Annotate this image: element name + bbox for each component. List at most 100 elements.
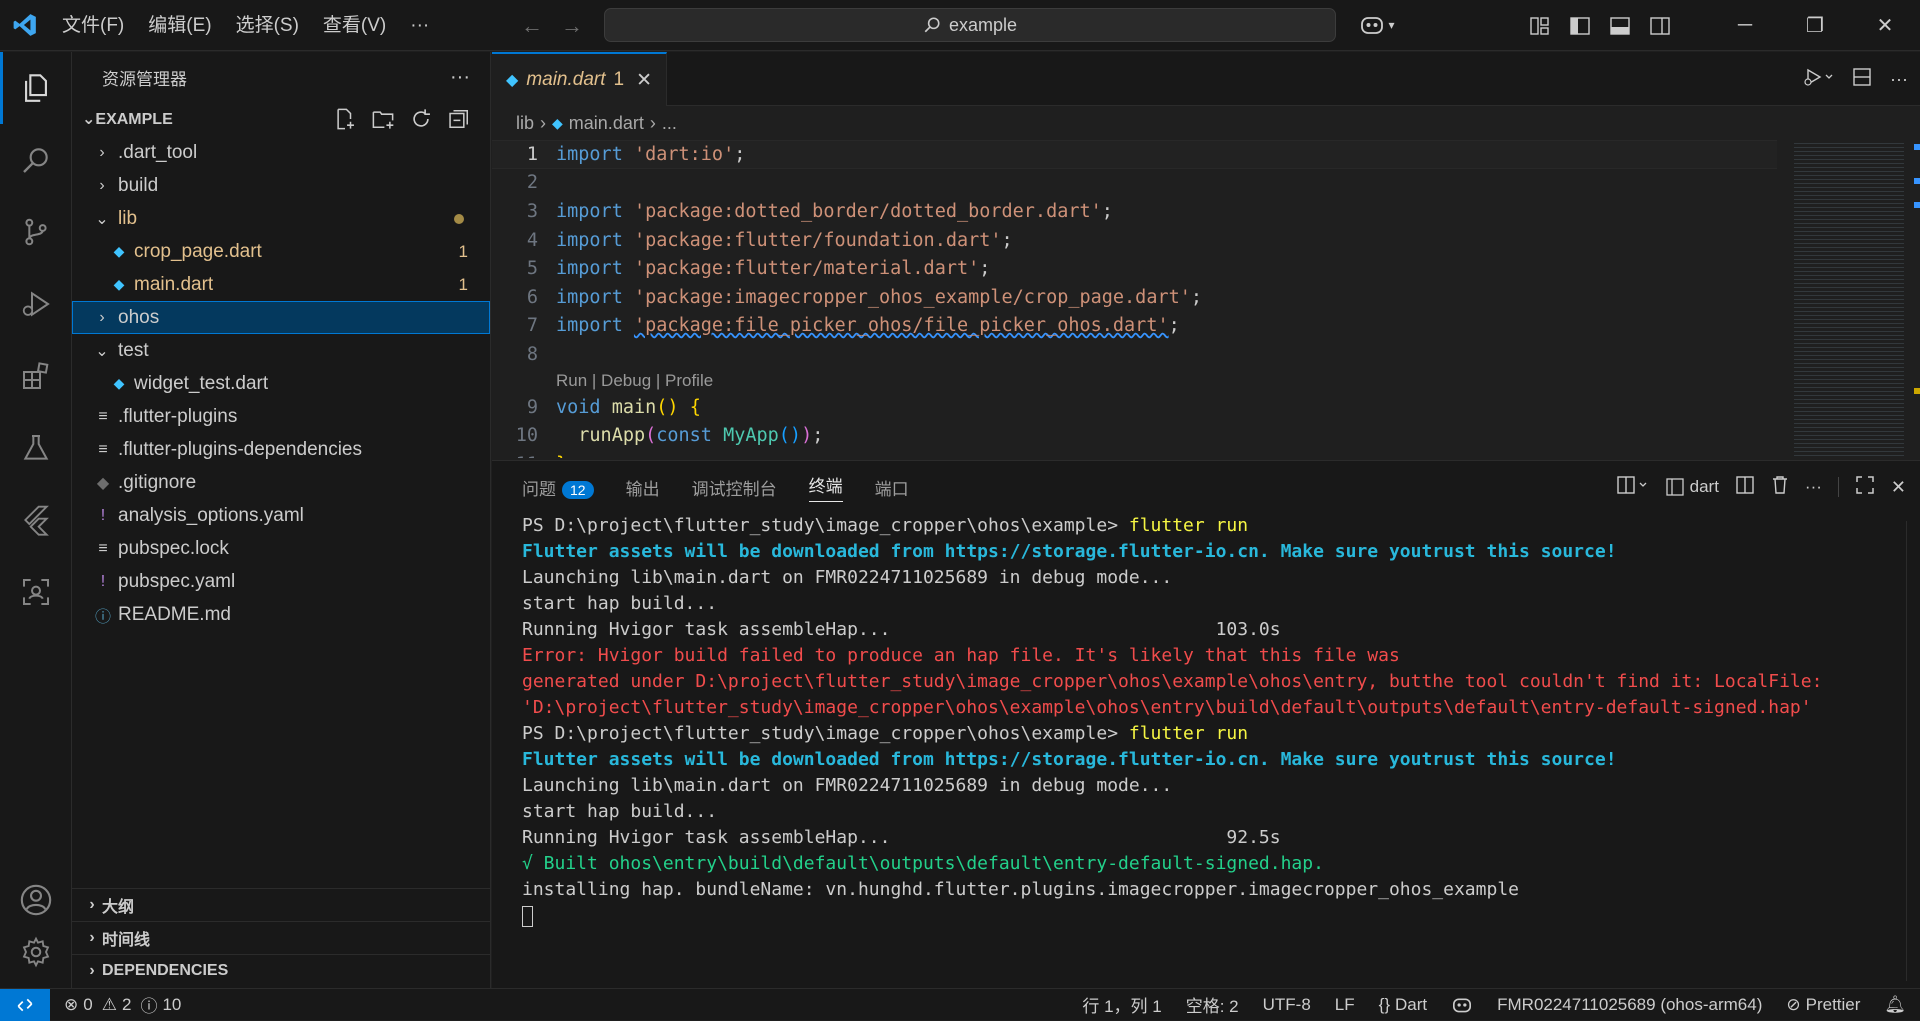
minimap[interactable] [1794, 140, 1904, 458]
breadcrumb-lib[interactable]: lib [516, 113, 534, 134]
split-terminal-icon[interactable] [1735, 475, 1755, 500]
text-file-icon: ≡ [98, 539, 108, 557]
run-debug-icon[interactable] [0, 268, 72, 340]
tree-item[interactable]: ≡ .flutter-plugins [72, 400, 490, 433]
menu-view[interactable]: 查看(V) [311, 0, 398, 51]
toggle-sidebar-icon[interactable] [1560, 0, 1600, 51]
prettier-status[interactable]: ⊘ Prettier [1774, 995, 1872, 1015]
menu-more[interactable]: ··· [398, 0, 441, 51]
kill-terminal-trash-icon[interactable] [1771, 475, 1789, 500]
tree-item[interactable]: ! analysis_options.yaml [72, 499, 490, 532]
panel-more-icon[interactable]: ··· [1805, 477, 1822, 497]
copilot-status-icon[interactable] [1439, 996, 1485, 1014]
tree-item[interactable]: › build [72, 169, 490, 202]
indentation[interactable]: 空格: 2 [1174, 992, 1251, 1017]
tree-item[interactable]: ≡ .flutter-plugins-dependencies [72, 433, 490, 466]
terminal-output[interactable]: PS D:\project\flutter_study\image_croppe… [492, 513, 1920, 927]
flutter-icon[interactable] [0, 484, 72, 556]
customize-layout-icon[interactable] [1520, 0, 1560, 51]
source-control-icon[interactable] [0, 196, 72, 268]
new-file-icon[interactable] [334, 108, 356, 130]
testing-icon[interactable] [0, 412, 72, 484]
breadcrumb-symbol[interactable]: ... [662, 113, 677, 134]
text-file-icon: ≡ [98, 440, 108, 458]
tree-item-label: .flutter-plugins [118, 405, 238, 427]
menu-file[interactable]: 文件(F) [50, 0, 136, 51]
vscode-logo-icon [0, 0, 50, 51]
maximize-panel-icon[interactable] [1855, 475, 1875, 500]
terminal-shell-selector[interactable]: dart [1665, 477, 1719, 497]
extensions-icon[interactable] [0, 340, 72, 412]
tab-terminal[interactable]: 终端 [808, 472, 843, 502]
dependencies-label: DEPENDENCIES [102, 962, 229, 979]
tree-item-label: README.md [118, 603, 231, 625]
warning-count: 2 [121, 994, 132, 1014]
editor-more-icon[interactable]: ··· [1890, 69, 1908, 90]
tree-item-label: crop_page.dart [134, 240, 262, 262]
tree-item[interactable]: ◆ main.dart 1 [72, 268, 490, 301]
new-folder-icon[interactable] [372, 108, 394, 130]
tree-item[interactable]: ◆ crop_page.dart 1 [72, 235, 490, 268]
remote-explorer-icon[interactable] [0, 556, 72, 628]
menu-selection[interactable]: 选择(S) [224, 0, 311, 51]
code-view[interactable]: 1 import 'dart:io'; 2 3 import 'package:do… [492, 140, 1920, 458]
terminal-scrollbar[interactable] [1906, 521, 1920, 981]
command-center-search[interactable]: example [604, 8, 1336, 42]
chevron-right-icon: › [99, 176, 105, 194]
tab-main-dart[interactable]: ◆ main.dart 1 ✕ [492, 52, 668, 106]
problems-status[interactable]: ⊗ 0 ⚠ 2 ⓘ 10 [50, 992, 193, 1017]
new-terminal-split-icon[interactable] [1616, 475, 1650, 500]
tree-item[interactable]: ⓘ README.md [72, 598, 490, 631]
language-mode[interactable]: {} Dart [1367, 995, 1439, 1015]
remote-indicator-icon[interactable] [0, 988, 50, 1021]
encoding[interactable]: UTF-8 [1251, 995, 1323, 1015]
minimize-icon[interactable]: ─ [1710, 0, 1780, 51]
codelens-run-debug[interactable]: Run | Debug | Profile [556, 371, 713, 391]
tab-debug-console[interactable]: 调试控制台 [692, 475, 777, 500]
settings-gear-icon[interactable] [0, 916, 72, 988]
copilot-icon[interactable]: ▾ [1352, 0, 1402, 51]
run-debug-dropdown-icon[interactable] [1802, 67, 1834, 92]
tree-item[interactable]: ⌄ test [72, 334, 490, 367]
menu-edit[interactable]: 编辑(E) [136, 0, 223, 51]
tree-item[interactable]: › .dart_tool [72, 136, 490, 169]
workspace-root-header[interactable]: ⌄EXAMPLE [72, 102, 490, 136]
split-editor-icon[interactable] [1852, 67, 1872, 92]
toggle-secondary-sidebar-icon[interactable] [1640, 0, 1680, 51]
dart-file-icon: ◆ [113, 375, 125, 391]
tree-item[interactable]: ! pubspec.yaml [72, 565, 490, 598]
tree-item[interactable]: ◆ widget_test.dart [72, 367, 490, 400]
collapse-all-icon[interactable] [448, 108, 470, 130]
tree-item-label: pubspec.lock [118, 537, 229, 559]
tree-item-label: analysis_options.yaml [118, 504, 304, 526]
dependencies-section[interactable]: › DEPENDENCIES [72, 954, 491, 987]
forward-arrow-icon[interactable]: → [552, 0, 592, 51]
outline-section[interactable]: › 大纲 [72, 888, 491, 921]
search-view-icon[interactable] [0, 124, 72, 196]
back-arrow-icon[interactable]: ← [512, 0, 552, 51]
tab-output[interactable]: 输出 [626, 475, 660, 500]
device-selector[interactable]: FMR0224711025689 (ohos-arm64) [1485, 995, 1774, 1015]
terminal-line: 'D:\project\flutter_study\image_cropper\… [522, 697, 1812, 718]
tab-close-icon[interactable]: ✕ [636, 69, 652, 92]
close-window-icon[interactable]: ✕ [1850, 0, 1920, 51]
end-of-line[interactable]: LF [1323, 995, 1367, 1015]
breadcrumb-file[interactable]: main.dart [569, 113, 644, 134]
tree-item[interactable]: ≡ pubspec.lock [72, 532, 490, 565]
tab-ports[interactable]: 端口 [875, 475, 909, 500]
tree-item[interactable]: ⌄ lib [72, 202, 490, 235]
notifications-bell-icon[interactable]: 🔔︎ [1872, 995, 1920, 1015]
toggle-panel-icon[interactable] [1600, 0, 1640, 51]
timeline-section[interactable]: › 时间线 [72, 921, 491, 954]
tab-problem-count: 1 [613, 69, 625, 90]
tree-item[interactable]: ◆ .gitignore [72, 466, 490, 499]
explorer-icon[interactable] [0, 52, 72, 124]
close-panel-icon[interactable]: ✕ [1891, 477, 1906, 498]
tab-problems[interactable]: 问题 12 [522, 475, 594, 500]
problem-count-badge: 1 [458, 274, 468, 294]
explorer-more-button[interactable]: ··· [450, 66, 470, 89]
refresh-icon[interactable] [410, 108, 432, 130]
cursor-position[interactable]: 行 1，列 1 [1070, 992, 1173, 1017]
tree-item[interactable]: › ohos [72, 301, 490, 334]
restore-icon[interactable]: ❐ [1780, 0, 1850, 51]
